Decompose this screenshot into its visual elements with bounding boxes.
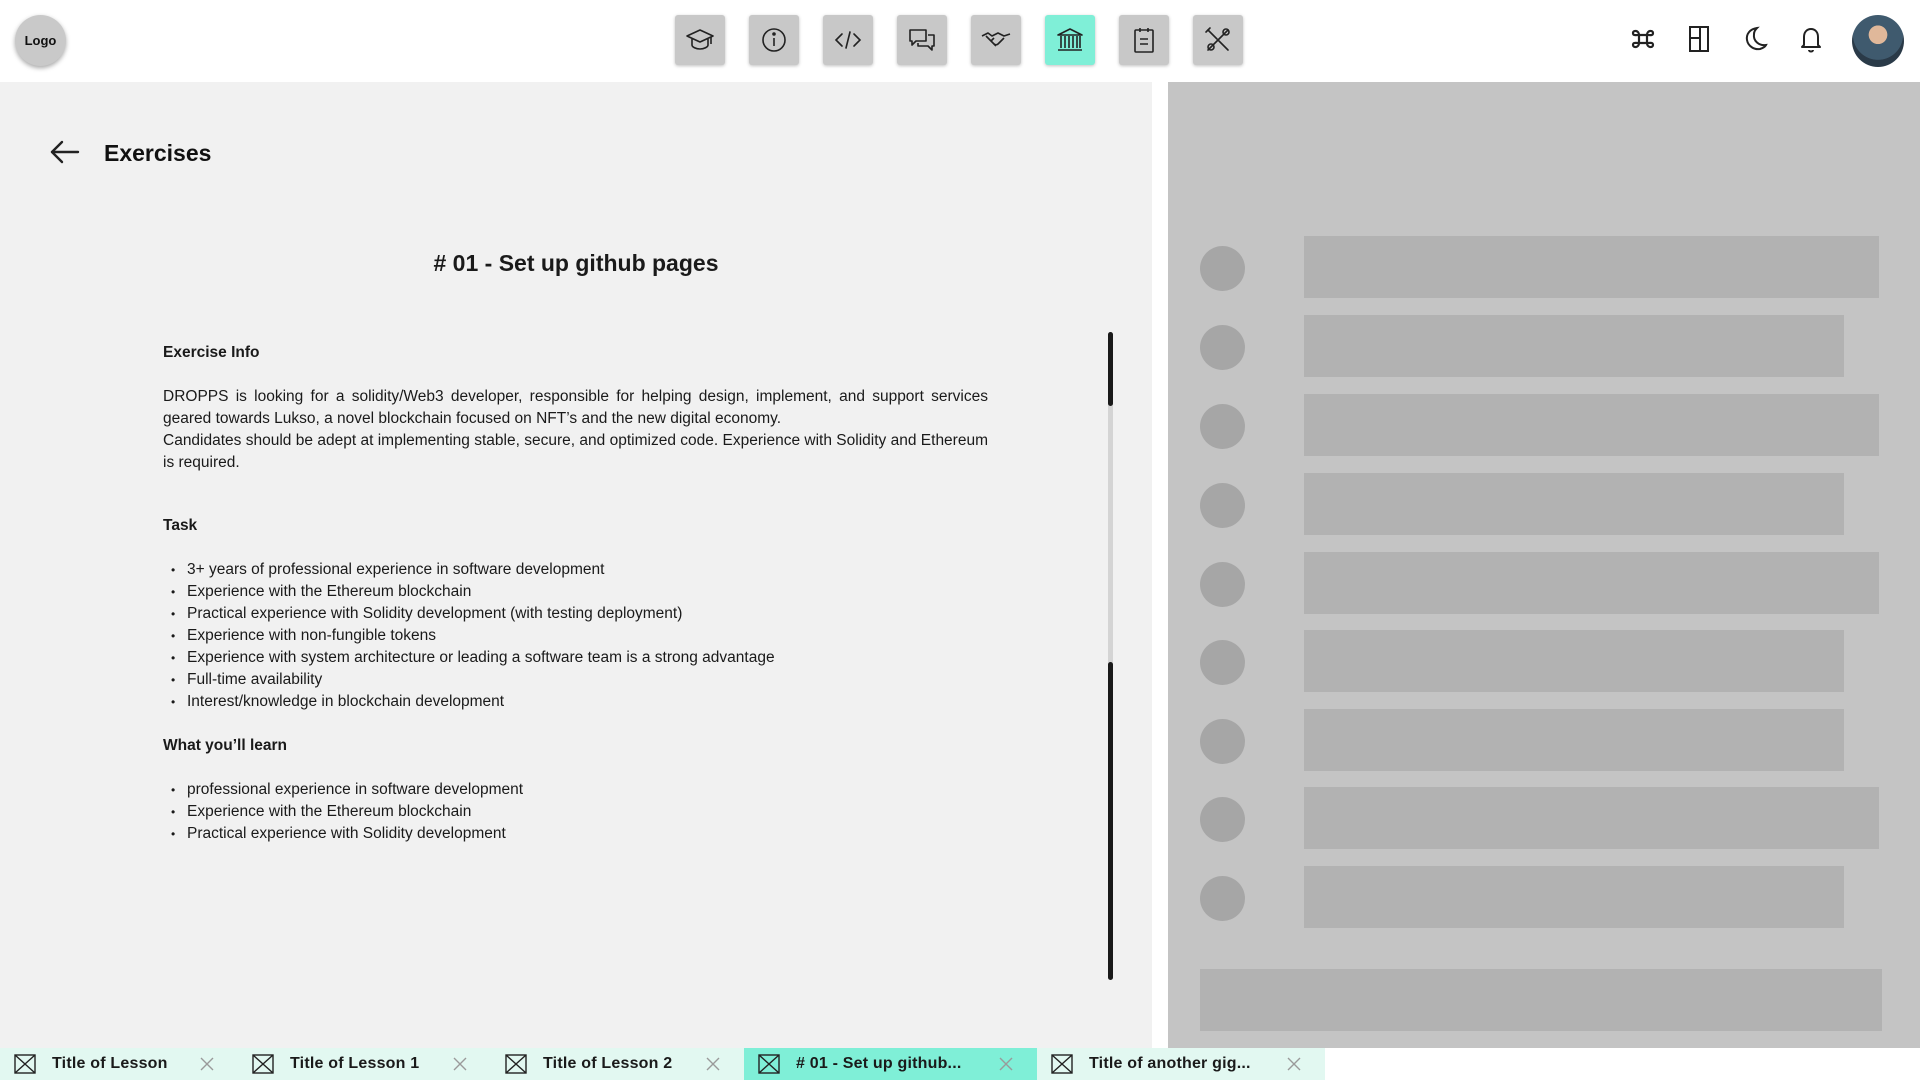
nav-tools-button[interactable] <box>1193 15 1243 65</box>
skeleton-bar <box>1304 866 1844 928</box>
close-icon[interactable] <box>200 1057 214 1071</box>
handshake-icon <box>981 32 1011 47</box>
close-icon[interactable] <box>999 1057 1013 1071</box>
nav-bank-button[interactable] <box>1045 15 1095 65</box>
image-placeholder-icon <box>252 1054 274 1074</box>
skeleton-bar <box>1304 394 1879 456</box>
sidebar-placeholder <box>1168 82 1920 1048</box>
tab-label: Title of Lesson <box>52 1055 168 1072</box>
skeleton-avatar <box>1200 797 1245 842</box>
skeleton-avatar <box>1200 562 1245 607</box>
skeleton-bar <box>1304 236 1879 298</box>
exercise-info-paragraph: DROPPS is looking for a solidity/Web3 de… <box>163 388 988 427</box>
skeleton-bar <box>1304 473 1844 535</box>
skeleton-avatar <box>1200 640 1245 685</box>
layout-icon <box>1689 26 1709 52</box>
list-item: Experience with system architecture or l… <box>169 647 988 669</box>
skeleton-avatar <box>1200 246 1245 291</box>
back-arrow-icon[interactable] <box>48 138 82 166</box>
tab-label: Title of Lesson 1 <box>290 1055 420 1072</box>
image-placeholder-icon <box>14 1054 36 1074</box>
exercise-content: Exercise Info DROPPS is looking for a so… <box>163 342 988 845</box>
dark-mode-toggle[interactable] <box>1740 22 1770 56</box>
top-bar: Logo <box>0 0 1920 82</box>
main-nav <box>675 15 1243 67</box>
tab-lesson[interactable]: Title of another gig... <box>1037 1048 1325 1080</box>
list-item: Experience with the Ethereum blockchain <box>169 581 988 603</box>
tab-label: Title of Lesson 2 <box>543 1055 673 1072</box>
skeleton-avatar <box>1200 876 1245 921</box>
nav-partners-button[interactable] <box>971 15 1021 65</box>
bank-icon <box>1057 28 1083 51</box>
exercise-info-heading: Exercise Info <box>163 344 260 361</box>
skeleton-avatar <box>1200 483 1245 528</box>
tab-lesson[interactable]: Title of Lesson 1 <box>238 1048 491 1080</box>
image-placeholder-icon <box>758 1054 780 1074</box>
code-icon <box>834 31 862 49</box>
scrollbar-thumb[interactable] <box>1108 662 1113 980</box>
exercise-info-paragraph: Candidates should be adept at implementi… <box>163 432 988 471</box>
command-button[interactable] <box>1628 22 1658 56</box>
list-item: Interest/knowledge in blockchain develop… <box>169 691 988 713</box>
skeleton-avatar <box>1200 719 1245 764</box>
lesson-tabs: Title of Lesson Title of Lesson 1 Title … <box>0 1048 1325 1080</box>
exercise-title: # 01 - Set up github pages <box>433 250 719 276</box>
bell-icon <box>1801 28 1821 53</box>
task-heading: Task <box>163 517 198 534</box>
list-item: Experience with the Ethereum blockchain <box>169 801 988 823</box>
list-item: Full-time availability <box>169 669 988 691</box>
graduation-cap-icon <box>686 29 714 50</box>
scrollbar-thumb[interactable] <box>1108 332 1113 406</box>
nav-chat-button[interactable] <box>897 15 947 65</box>
info-icon <box>762 28 786 52</box>
skeleton-bar <box>1304 709 1844 771</box>
command-icon <box>1631 29 1655 49</box>
list-item: Practical experience with Solidity devel… <box>169 603 988 625</box>
close-icon[interactable] <box>706 1057 720 1071</box>
nav-info-button[interactable] <box>749 15 799 65</box>
image-placeholder-icon <box>1051 1054 1073 1074</box>
skeleton-bar <box>1304 552 1879 614</box>
close-icon[interactable] <box>1287 1057 1301 1071</box>
nav-courses-button[interactable] <box>675 15 725 65</box>
list-item: 3+ years of professional experience in s… <box>169 559 988 581</box>
nav-notes-button[interactable] <box>1119 15 1169 65</box>
tools-icon <box>1205 27 1230 51</box>
task-list: 3+ years of professional experience in s… <box>163 559 988 713</box>
skeleton-avatar <box>1200 325 1245 370</box>
clipboard-icon <box>1134 28 1154 53</box>
tab-lesson[interactable]: Title of Lesson <box>0 1048 238 1080</box>
list-item: Experience with non-fungible tokens <box>169 625 988 647</box>
skeleton-bar <box>1304 787 1879 849</box>
skeleton-footer <box>1200 969 1882 1031</box>
nav-code-button[interactable] <box>823 15 873 65</box>
tab-label: Title of another gig... <box>1089 1055 1251 1072</box>
close-icon[interactable] <box>453 1057 467 1071</box>
moon-icon <box>1745 26 1768 51</box>
tab-label: # 01 - Set up github... <box>796 1055 962 1072</box>
exercise-panel: Exercises # 01 - Set up github pages Exe… <box>0 82 1152 1048</box>
list-item: professional experience in software deve… <box>169 779 988 801</box>
skeleton-bar <box>1304 630 1844 692</box>
tab-lesson[interactable]: Title of Lesson 2 <box>491 1048 744 1080</box>
logo[interactable]: Logo <box>15 15 66 66</box>
skeleton-avatar <box>1200 404 1245 449</box>
scrollbar[interactable] <box>1108 332 1113 980</box>
list-item: Practical experience with Solidity devel… <box>169 823 988 845</box>
page-title: Exercises <box>104 140 212 166</box>
learn-heading: What you’ll learn <box>163 737 288 754</box>
layout-button[interactable] <box>1684 22 1714 56</box>
notifications-button[interactable] <box>1796 22 1826 56</box>
chat-icon <box>909 29 935 51</box>
image-placeholder-icon <box>505 1054 527 1074</box>
avatar[interactable] <box>1852 15 1904 67</box>
tab-lesson-active[interactable]: # 01 - Set up github... <box>744 1048 1037 1080</box>
header-actions <box>1628 22 1826 56</box>
skeleton-bar <box>1304 315 1844 377</box>
learn-list: professional experience in software deve… <box>163 779 988 845</box>
